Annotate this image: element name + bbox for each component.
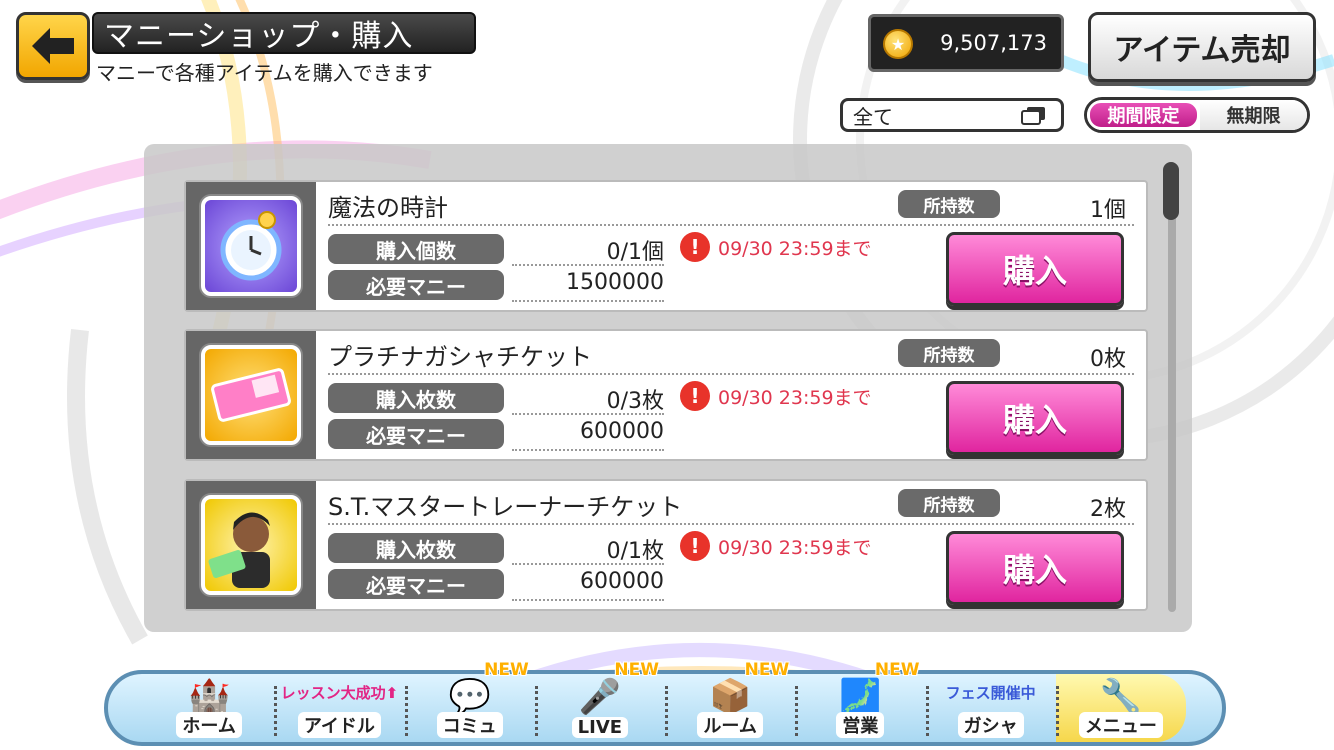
nav-idol[interactable]: レッスン大成功⬆ アイドル — [274, 674, 404, 742]
nav-gacha-label: ガシャ — [957, 712, 1024, 738]
limit-text: 09/30 23:59まで — [718, 237, 872, 260]
warning-icon: ! — [680, 381, 710, 411]
nav-business[interactable]: NEW 🗾 営業 — [795, 660, 925, 742]
owned-label: 所持数 — [898, 489, 1000, 517]
nav-home-label: ホーム — [176, 712, 242, 738]
new-badge: NEW — [744, 660, 790, 680]
owned-label: 所持数 — [898, 190, 1000, 218]
item-name: プラチナガシャチケット — [328, 343, 592, 371]
page-subtitle: マニーで各種アイテムを購入できます — [96, 61, 433, 85]
new-badge: NEW — [484, 660, 529, 680]
room-box-icon: 📦 — [708, 677, 752, 717]
new-badge: NEW — [614, 660, 659, 680]
gacha-ticket-icon — [201, 345, 301, 445]
nav-gacha[interactable]: フェス開催中 ガシャ — [925, 674, 1056, 742]
money-display: ★ 9,507,173 — [868, 14, 1064, 72]
trainer-portrait-icon — [201, 495, 301, 595]
cost-label: 必要マニー — [328, 270, 504, 300]
purchase-count-value: 0/3枚 — [606, 389, 664, 414]
buy-button[interactable]: 購入 — [946, 531, 1124, 605]
coin-icon: ★ — [883, 29, 913, 59]
list-item: 魔法の時計 所持数 1個 購入個数 0/1個 必要マニー 1500000 ! 0… — [184, 180, 1148, 312]
nav-live-label: LIVE — [571, 717, 629, 738]
owned-label: 所持数 — [898, 339, 1000, 367]
purchase-count-value: 0/1個 — [606, 240, 664, 265]
nav-room-label: ルーム — [697, 712, 763, 738]
stopwatch-icon — [201, 196, 301, 296]
new-badge: NEW — [874, 660, 920, 680]
back-button[interactable] — [16, 12, 90, 80]
period-option-unlimited[interactable]: 無期限 — [1200, 100, 1307, 130]
owned-value: 2枚 — [1090, 497, 1126, 522]
scrollbar-thumb[interactable] — [1163, 162, 1179, 220]
limit-text: 09/30 23:59まで — [718, 386, 872, 409]
limit-notice: ! 09/30 23:59まで — [680, 232, 872, 262]
nav-menu[interactable]: 🔧 メニュー — [1055, 674, 1186, 742]
item-thumb-frame — [186, 331, 316, 459]
item-thumb-frame — [186, 481, 316, 609]
nav-menu-label: メニュー — [1078, 712, 1163, 738]
scrollbar-track[interactable] — [1168, 162, 1176, 612]
limit-notice: ! 09/30 23:59まで — [680, 381, 872, 411]
window-stack-icon — [1021, 107, 1045, 125]
purchase-count-value: 0/1枚 — [606, 539, 664, 564]
chat-bubble-icon: 💬 — [448, 677, 491, 717]
castle-icon: 🏰 — [187, 677, 231, 717]
owned-value: 0枚 — [1090, 347, 1126, 372]
warning-icon: ! — [680, 232, 710, 262]
nav-commu[interactable]: NEW 💬 コミュ — [404, 660, 535, 742]
buy-button[interactable]: 購入 — [946, 232, 1124, 306]
limit-notice: ! 09/30 23:59まで — [680, 531, 872, 561]
nav-home[interactable]: 🏰 ホーム — [144, 674, 274, 742]
microphone-icon: 🎤 — [578, 677, 622, 717]
nav-idol-label: アイドル — [297, 712, 381, 738]
wrench-icon: 🔧 — [1099, 677, 1143, 717]
nav-idol-note: レッスン大成功⬆ — [280, 684, 399, 702]
list-item: S.T.マスタートレーナーチケット 所持数 2枚 購入枚数 0/1枚 必要マニー… — [184, 479, 1148, 611]
nav-live[interactable]: NEW 🎤 LIVE — [534, 660, 665, 742]
purchase-count-label: 購入枚数 — [328, 533, 504, 563]
period-toggle[interactable]: 期間限定 無期限 — [1084, 97, 1310, 133]
japan-map-icon: 🗾 — [839, 677, 882, 717]
category-filter-value: 全て — [853, 104, 893, 129]
item-sell-button[interactable]: アイテム売却 — [1088, 12, 1316, 82]
item-name: 魔法の時計 — [328, 194, 448, 222]
category-filter-select[interactable]: 全て — [840, 98, 1064, 132]
page-title: マニーショップ・購入 — [92, 12, 476, 54]
owned-value: 1個 — [1090, 198, 1126, 223]
limit-text: 09/30 23:59まで — [718, 536, 872, 559]
item-thumb-frame — [186, 182, 316, 310]
nav-business-label: 営業 — [836, 712, 885, 738]
cost-value: 600000 — [580, 569, 664, 594]
nav-commu-label: コミュ — [436, 712, 503, 738]
item-name: S.T.マスタートレーナーチケット — [328, 493, 683, 521]
purchase-count-label: 購入個数 — [328, 234, 504, 264]
purchase-count-label: 購入枚数 — [328, 383, 504, 413]
cost-label: 必要マニー — [328, 569, 504, 599]
cost-label: 必要マニー — [328, 419, 504, 449]
warning-icon: ! — [680, 531, 710, 561]
money-amount: 9,507,173 — [940, 31, 1047, 55]
bottom-nav: 🏰 ホーム レッスン大成功⬆ アイドル NEW 💬 コミュ NEW 🎤 LIVE… — [104, 660, 1226, 746]
nav-room[interactable]: NEW 📦 ルーム — [665, 660, 795, 742]
period-option-limited[interactable]: 期間限定 — [1087, 100, 1200, 130]
buy-button[interactable]: 購入 — [946, 381, 1124, 455]
list-item: プラチナガシャチケット 所持数 0枚 購入枚数 0/3枚 必要マニー 60000… — [184, 329, 1148, 461]
cost-value: 600000 — [580, 419, 664, 444]
cost-value: 1500000 — [566, 270, 664, 295]
nav-gacha-note: フェス開催中 — [945, 684, 1036, 702]
arrow-left-icon — [32, 28, 74, 64]
